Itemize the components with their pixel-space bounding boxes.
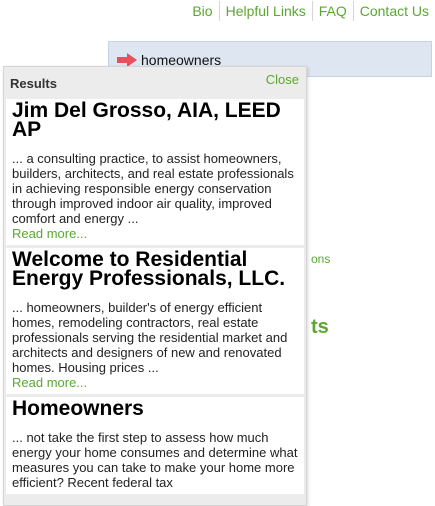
result-title[interactable]: Homeowners [12, 398, 298, 419]
arrow-right-icon [117, 53, 137, 67]
result-item: Homeowners ... not take the first step t… [6, 397, 304, 494]
results-header: Results Close [4, 67, 306, 99]
result-item: Jim Del Grosso, AIA, LEED AP ... a consu… [6, 99, 304, 245]
result-snippet: ... homeowners, builder's of energy effi… [12, 300, 288, 375]
result-title[interactable]: Jim Del Grosso, AIA, LEED AP [12, 100, 298, 140]
results-panel: Results Close Jim Del Grosso, AIA, LEED … [3, 66, 307, 506]
read-more-link[interactable]: Read more... [12, 375, 298, 390]
nav-faq-link[interactable]: FAQ [311, 1, 353, 21]
top-navigation: Bio Helpful Links FAQ Contact Us [186, 0, 435, 22]
background-heading-fragment: ts [311, 316, 329, 338]
background-text-fragment: ons [311, 252, 331, 266]
result-title[interactable]: Welcome to Residential Energy Profession… [12, 249, 298, 289]
results-title: Results [10, 76, 57, 91]
result-snippet: ... a consulting practice, to assist hom… [12, 151, 294, 226]
read-more-link[interactable]: Read more... [12, 226, 298, 241]
nav-contact-us-link[interactable]: Contact Us [352, 1, 435, 21]
close-button[interactable]: Close [266, 72, 299, 87]
nav-helpful-links-link[interactable]: Helpful Links [218, 1, 312, 21]
result-item: Welcome to Residential Energy Profession… [6, 248, 304, 394]
result-snippet: ... not take the first step to assess ho… [12, 430, 298, 490]
nav-bio-link[interactable]: Bio [186, 1, 218, 21]
